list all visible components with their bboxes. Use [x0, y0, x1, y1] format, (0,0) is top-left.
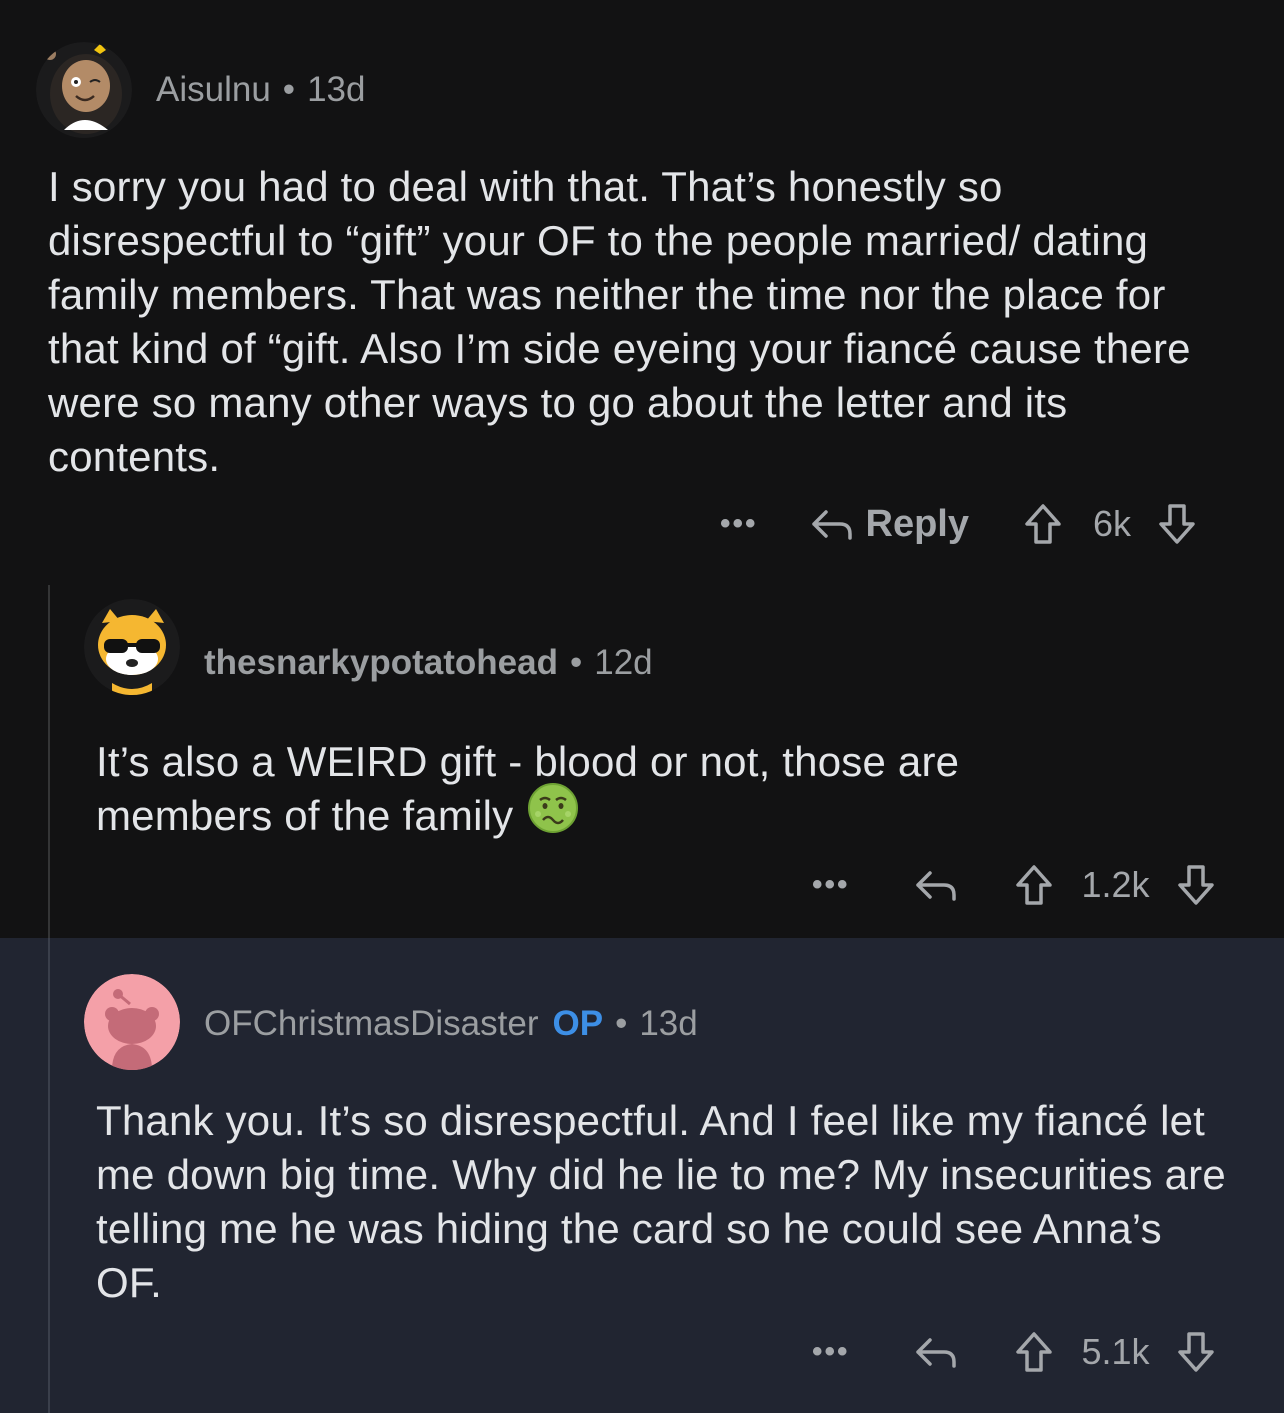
- vote-score: 1.2k: [1081, 864, 1150, 905]
- comment-age: 12d: [594, 643, 653, 682]
- comment-age: 13d: [307, 70, 366, 109]
- upvote-arrow-icon[interactable]: [1014, 1330, 1054, 1374]
- reply-label: Reply: [865, 502, 969, 545]
- comment-body: I sorry you had to deal with that. That’…: [48, 163, 1191, 480]
- downvote-arrow-icon[interactable]: [1157, 502, 1197, 546]
- comment-body: Thank you. It’s so disrespectful. And I …: [96, 1097, 1226, 1306]
- comment-body: It’s also a WEIRD gift - blood or not, t…: [96, 735, 1096, 847]
- meta-separator: •: [615, 1004, 628, 1043]
- reply-arrow-icon: [810, 504, 854, 544]
- comment-meta: OFChristmasDisaster OP • 13d: [204, 1004, 698, 1044]
- comment-aisulnu: Aisulnu • 13d I sorry you had to deal with…: [0, 0, 1284, 585]
- comment-actions: ••• Reply 6k: [720, 494, 1197, 554]
- comment-actions: ••• 5.1k: [812, 1322, 1216, 1382]
- meta-separator: •: [569, 643, 583, 682]
- default-snoo-avatar-icon[interactable]: [84, 974, 180, 1070]
- comment-meta: thesnarkypotatohead • 12d: [204, 643, 653, 683]
- author-name[interactable]: Aisulnu: [156, 70, 271, 109]
- comment-ofchristmasdisaster: OFChristmasDisaster OP • 13d Thank you. It’…: [0, 938, 1284, 1413]
- upvote-arrow-icon[interactable]: [1014, 863, 1054, 907]
- meta-separator: •: [282, 70, 296, 109]
- more-options-button[interactable]: •••: [812, 1335, 850, 1369]
- reply-arrow-icon: [914, 865, 958, 905]
- author-name[interactable]: OFChristmasDisaster: [204, 1004, 538, 1043]
- nauseated-face-emoji: [527, 782, 579, 847]
- downvote-arrow-icon[interactable]: [1176, 863, 1216, 907]
- author-name[interactable]: thesnarkypotatohead: [204, 643, 558, 682]
- vote-score: 6k: [1093, 503, 1132, 544]
- downvote-arrow-icon[interactable]: [1176, 1330, 1216, 1374]
- reply-button[interactable]: [914, 1332, 958, 1372]
- comment-thread: Aisulnu • 13d I sorry you had to deal with…: [0, 0, 1284, 1413]
- thread-line[interactable]: [48, 585, 50, 938]
- vote-score: 5.1k: [1081, 1331, 1150, 1372]
- thread-line[interactable]: [48, 938, 50, 1413]
- upvote-arrow-icon[interactable]: [1023, 502, 1063, 546]
- reply-button[interactable]: [914, 865, 958, 905]
- op-badge: OP: [552, 1004, 604, 1043]
- woman-avatar-icon[interactable]: [36, 42, 132, 138]
- comment-meta: Aisulnu • 13d: [156, 70, 365, 110]
- reply-arrow-icon: [914, 1332, 958, 1372]
- comment-actions: ••• 1.2k: [812, 855, 1216, 915]
- more-options-button[interactable]: •••: [812, 868, 850, 902]
- dog-with-sunglasses-avatar-icon[interactable]: [84, 599, 180, 695]
- more-options-button[interactable]: •••: [720, 507, 758, 541]
- comment-age: 13d: [639, 1004, 698, 1043]
- comment-thesnarkypotatohead: thesnarkypotatohead • 12d It’s also a WEIR…: [0, 585, 1284, 938]
- reply-button[interactable]: Reply: [810, 503, 969, 546]
